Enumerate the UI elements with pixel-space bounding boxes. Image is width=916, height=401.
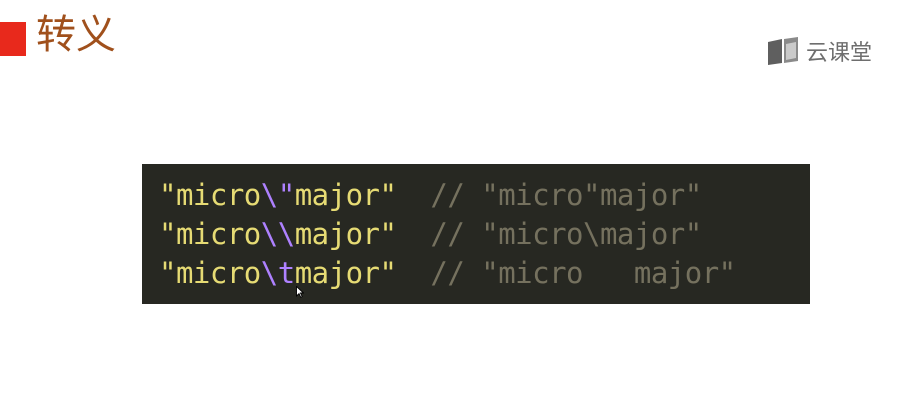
escape-sequence: \\: [260, 217, 295, 251]
code-line-3: "micro\tmajor" // "micro major": [159, 254, 810, 293]
brand-logo: 云课堂: [766, 34, 872, 68]
code-gap: [396, 256, 430, 290]
code-line-2: "micro\\major" // "micro\major": [159, 215, 810, 254]
string-end: major": [294, 256, 397, 290]
mouse-cursor-icon: [296, 286, 304, 298]
string-start: "micro: [159, 178, 261, 212]
escape-sequence: \t: [260, 256, 295, 290]
string-start: "micro: [159, 217, 261, 251]
string-start: "micro: [159, 256, 261, 290]
slide-title: 转义: [36, 12, 116, 58]
book-icon: [768, 37, 798, 65]
code-gap: [396, 217, 430, 251]
string-end: major": [294, 178, 397, 212]
code-block: "micro\"major" // "micro"major" "micro\\…: [142, 164, 810, 304]
code-comment: // "micro major": [430, 256, 736, 290]
code-comment: // "micro\major": [430, 217, 702, 251]
title-accent-bar: [0, 22, 26, 56]
code-comment: // "micro"major": [430, 178, 702, 212]
string-end: major": [294, 217, 397, 251]
escape-sequence: \": [260, 178, 295, 212]
code-line-1: "micro\"major" // "micro"major": [159, 176, 810, 215]
code-gap: [396, 178, 430, 212]
brand-name: 云课堂: [806, 41, 873, 66]
